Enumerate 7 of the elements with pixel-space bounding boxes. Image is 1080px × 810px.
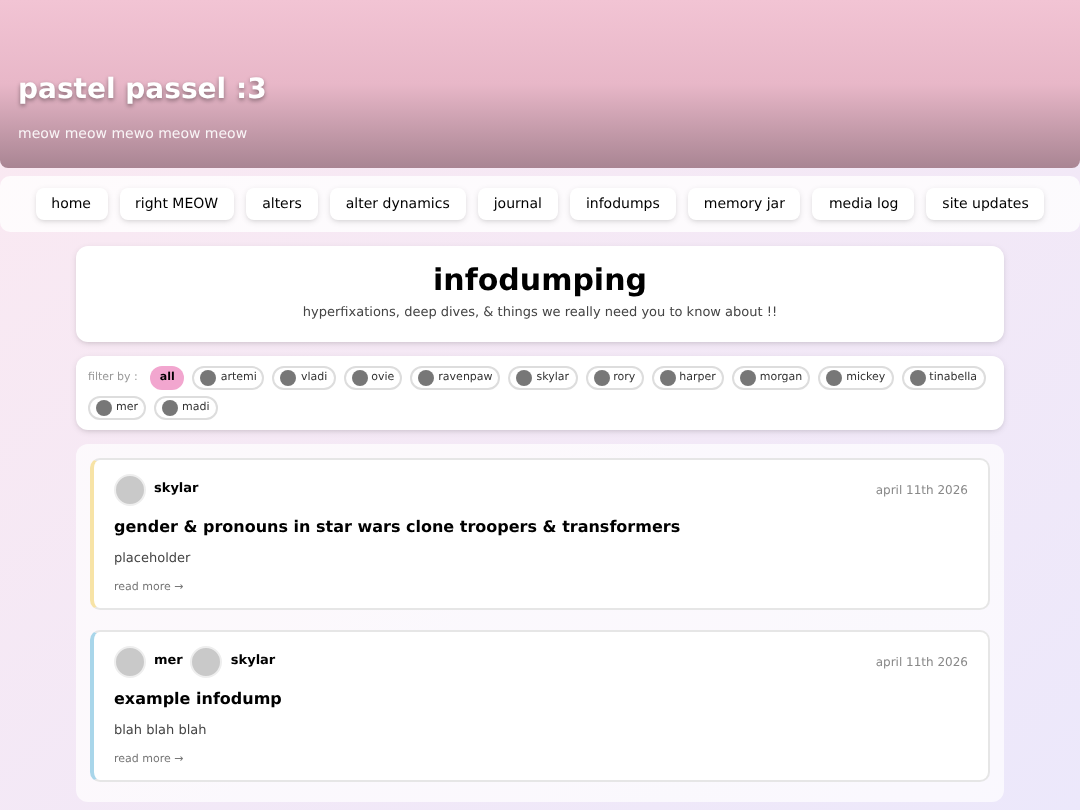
site-title: pastel passel :3 [18, 73, 269, 105]
avatar-placeholder [190, 646, 223, 678]
avatar-placeholder [114, 474, 146, 506]
avatar-placeholder [114, 646, 146, 678]
post-title: example infodump [114, 688, 284, 712]
post-title: gender & pronouns in star wars clone troopers & transformers [114, 516, 683, 540]
page-title: infodumping [433, 264, 647, 299]
